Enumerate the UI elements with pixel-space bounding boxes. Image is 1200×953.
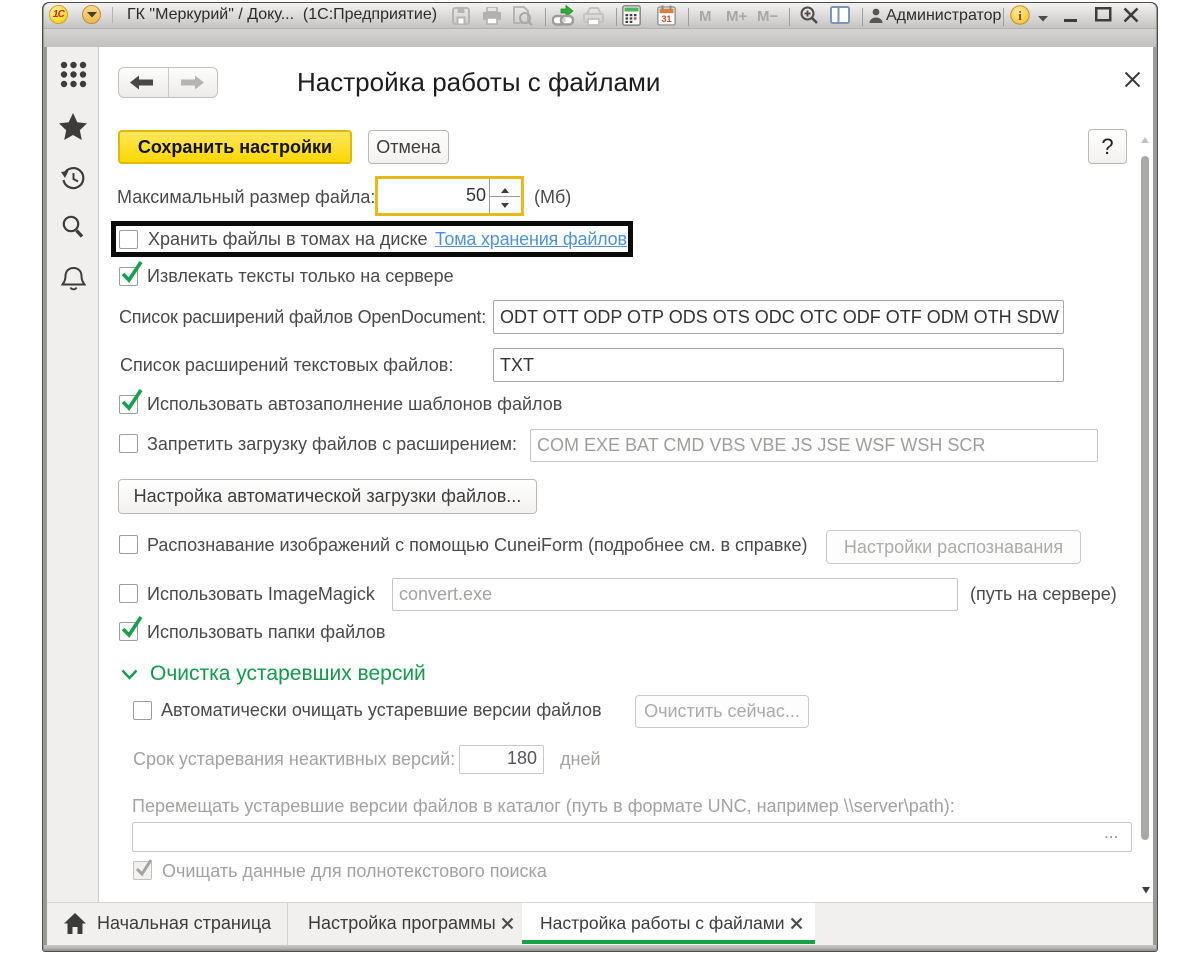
svg-text:i: i bbox=[1018, 8, 1022, 23]
svg-text:31: 31 bbox=[661, 14, 671, 24]
